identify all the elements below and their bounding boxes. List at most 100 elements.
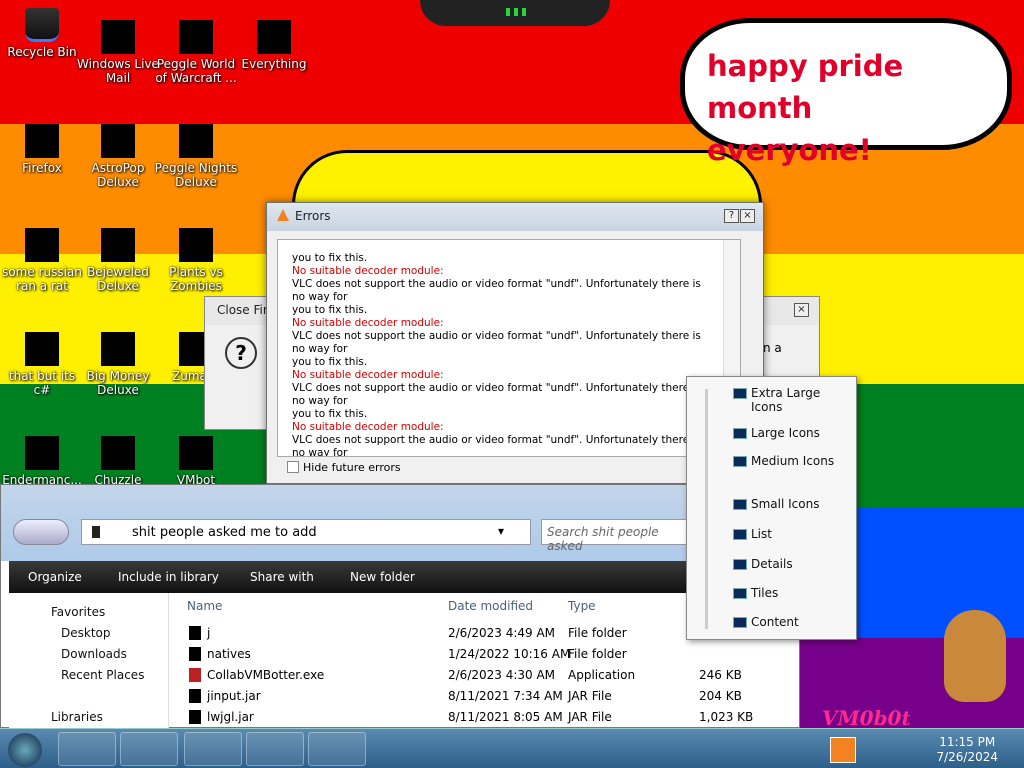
close-firefox-message: n a: [763, 341, 782, 355]
view-item-label: Medium Icons: [751, 454, 835, 468]
desktop-icon-label: Peggle Nights Deluxe: [154, 161, 238, 189]
share-with-button[interactable]: Share with: [250, 570, 314, 584]
desktop-icon-that-but-csharp[interactable]: that but its c#: [0, 332, 84, 397]
taskbar-clock[interactable]: 11:15 PM 7/26/2024: [936, 735, 998, 765]
desktop-icon-windows-live-mail[interactable]: Windows Live Mail: [76, 20, 160, 85]
close-icon[interactable]: ×: [794, 303, 809, 317]
desktop-icon-everything[interactable]: Everything: [232, 20, 316, 71]
desktop-icon-recycle-bin[interactable]: Recycle Bin: [0, 8, 84, 59]
game-icon: [101, 332, 135, 366]
nav-favorites[interactable]: Favorites: [51, 605, 105, 619]
view-content[interactable]: Content: [723, 610, 853, 634]
nav-recent-places[interactable]: Recent Places: [61, 668, 144, 682]
speech-bubble-line-1: happy pride month: [707, 49, 904, 125]
desktop-icon-firefox[interactable]: Firefox: [0, 124, 84, 175]
view-medium-icons[interactable]: Medium Icons: [723, 449, 853, 473]
organize-button[interactable]: Organize: [28, 570, 82, 584]
error-line: VLC does not support the audio or video …: [292, 382, 701, 407]
taskbar-item-explorer[interactable]: [58, 732, 116, 766]
desktop-icon-label: Peggle World of Warcraft ...: [155, 57, 237, 85]
view-large-icons[interactable]: Large Icons: [723, 421, 853, 445]
nav-desktop[interactable]: Desktop: [61, 626, 111, 640]
desktop-icon-peggle-nights[interactable]: Peggle Nights Deluxe: [154, 124, 238, 189]
game-icon: [179, 124, 213, 158]
hide-errors-label: Hide future errors: [303, 461, 401, 474]
desktop-icon-astropop[interactable]: AstroPop Deluxe: [76, 124, 160, 189]
view-item-label: Extra Large Icons: [751, 386, 821, 414]
desktop-icon-label: that but its c#: [8, 369, 76, 397]
taskbar-item-media[interactable]: [120, 732, 178, 766]
view-options-menu: Extra Large Icons Large Icons Medium Ico…: [686, 376, 857, 640]
app-icon: [25, 228, 59, 262]
help-button[interactable]: ?: [724, 209, 739, 223]
new-folder-button[interactable]: New folder: [350, 570, 415, 584]
nav-downloads[interactable]: Downloads: [61, 647, 127, 661]
explorer-window: shit people asked me to add ▾ Search shi…: [0, 484, 801, 729]
address-field[interactable]: shit people asked me to add ▾: [81, 519, 531, 545]
column-header-type[interactable]: Type: [568, 599, 596, 613]
close-icon[interactable]: ×: [740, 209, 755, 223]
column-header-name[interactable]: Name: [187, 599, 222, 613]
nav-libraries[interactable]: Libraries: [51, 710, 103, 724]
desktop-icon-bejeweled[interactable]: Bejeweled Deluxe: [76, 228, 160, 293]
error-header: No suitable decoder module:: [292, 317, 444, 329]
file-size: 246 KB: [699, 668, 742, 682]
chevron-down-icon[interactable]: ▾: [498, 524, 504, 538]
table-row[interactable]: natives 1/24/2022 10:16 AM File folder: [179, 644, 785, 665]
table-row[interactable]: jinput.jar 8/11/2021 7:34 AM JAR File 204 K…: [179, 686, 785, 707]
game-icon: [179, 228, 213, 262]
view-extra-large-icons[interactable]: Extra Large Icons: [723, 381, 853, 414]
desktop-icon-pvz[interactable]: Plants vs Zombies: [154, 228, 238, 293]
view-item-label: Content: [751, 615, 799, 629]
search-input[interactable]: Search shit people asked: [541, 519, 691, 553]
speech-bubble: happy pride month everyone!: [680, 18, 1012, 167]
explorer-address-bar-area: shit people asked me to add ▾ Search shi…: [1, 485, 801, 561]
folder-icon: [189, 626, 201, 640]
view-small-icons[interactable]: Small Icons: [723, 492, 853, 516]
start-button[interactable]: [8, 733, 42, 767]
view-details[interactable]: Details: [723, 552, 853, 576]
view-tiles[interactable]: Tiles: [723, 581, 853, 605]
game-icon: [179, 20, 213, 54]
vlc-cone-icon: [277, 209, 289, 221]
desktop-icon-chuzzle[interactable]: Chuzzle: [76, 436, 160, 487]
file-date: 8/11/2021 7:34 AM: [448, 689, 563, 703]
back-forward-buttons[interactable]: [13, 519, 69, 545]
view-slider[interactable]: [705, 389, 708, 629]
view-icon: [733, 617, 747, 628]
jar-icon: [189, 689, 201, 703]
vlc-tray-icon[interactable]: [830, 737, 856, 763]
table-row[interactable]: lwjgl.jar 8/11/2021 8:05 AM JAR File 1,023 …: [179, 707, 785, 728]
column-header-date[interactable]: Date modified: [448, 599, 533, 613]
taskbar-item-firefox[interactable]: [246, 732, 304, 766]
hide-errors-checkbox[interactable]: [287, 461, 299, 473]
desktop-icon-endermanc[interactable]: Endermanc...: [0, 436, 84, 487]
desktop-icon-vmbot[interactable]: VMbot: [154, 436, 238, 487]
taskbar-item-globe[interactable]: [184, 732, 242, 766]
include-in-library-button[interactable]: Include in library: [118, 570, 219, 584]
exe-icon: [189, 668, 201, 682]
taskbar-item-vlc[interactable]: [308, 732, 366, 766]
hide-errors-checkbox-row[interactable]: Hide future errors: [287, 461, 401, 474]
breadcrumb[interactable]: shit people asked me to add: [132, 525, 317, 540]
view-item-label: List: [751, 527, 772, 541]
error-line: VLC does not support the audio or video …: [292, 434, 701, 457]
desktop-icon-russian-rat[interactable]: some russian ran a rat: [0, 228, 84, 293]
navigation-pane: Favorites Desktop Downloads Recent Place…: [9, 593, 169, 729]
desktop-icon-label: Big Money Deluxe: [86, 369, 150, 397]
vlc-errors-titlebar: Errors ? ×: [267, 203, 763, 231]
clock-date: 7/26/2024: [936, 750, 998, 764]
error-header: No suitable decoder module:: [292, 369, 444, 381]
desktop-icon-label: Recycle Bin: [7, 45, 77, 59]
view-list[interactable]: List: [723, 522, 853, 546]
table-row[interactable]: CollabVMBotter.exe 2/6/2023 4:30 AM Applic…: [179, 665, 785, 686]
file-type: JAR File: [568, 710, 612, 724]
file-type: Application: [568, 668, 636, 682]
desktop-icon-peggle-wow[interactable]: Peggle World of Warcraft ...: [154, 20, 238, 85]
desktop-icon-big-money[interactable]: Big Money Deluxe: [76, 332, 160, 397]
view-item-label: Details: [751, 557, 793, 571]
file-size: 1,023 KB: [699, 710, 754, 724]
error-log[interactable]: you to fix this. No suitable decoder mod…: [277, 239, 741, 457]
clock-time: 11:15 PM: [939, 735, 996, 749]
view-icon: [733, 388, 747, 399]
